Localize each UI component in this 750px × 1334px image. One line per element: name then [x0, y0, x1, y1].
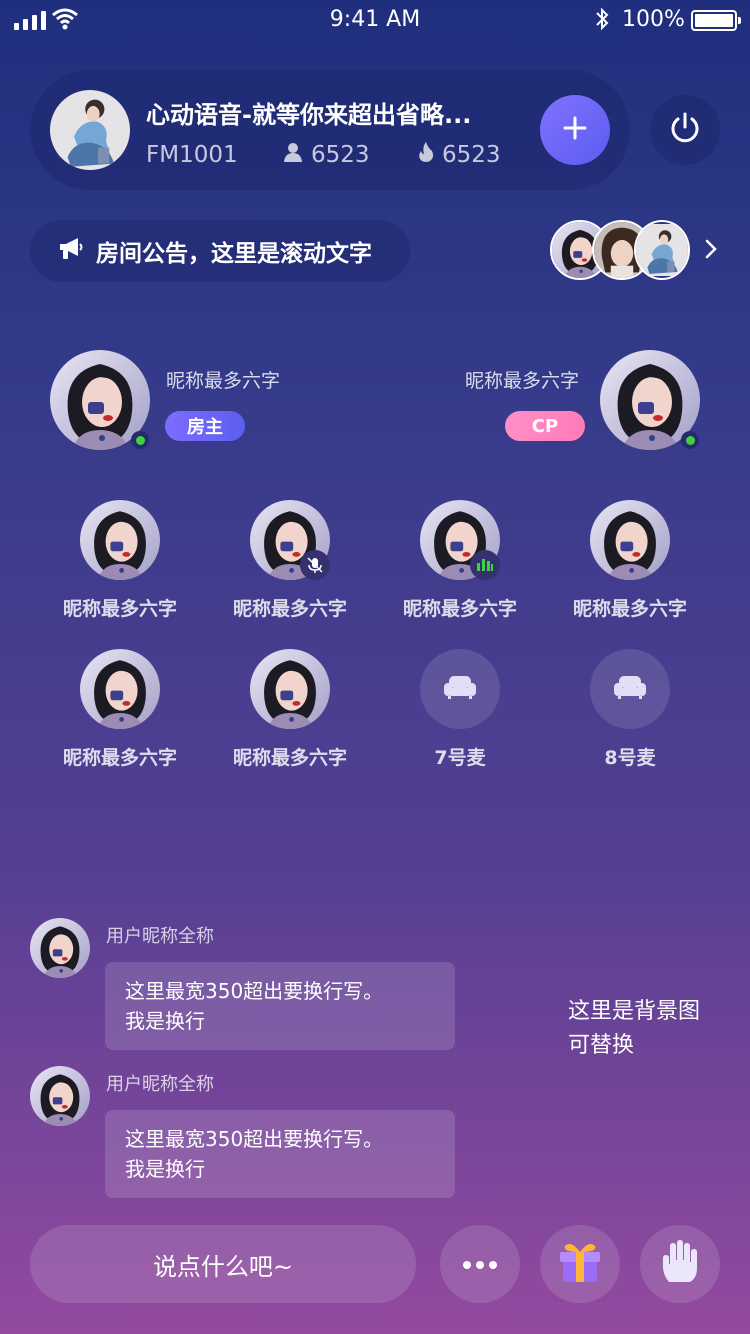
- chat-input[interactable]: 说点什么吧~: [30, 1225, 416, 1303]
- user-icon: [283, 142, 303, 168]
- mic-avatar: [250, 649, 330, 729]
- chat-text: 我是换行: [125, 1157, 205, 1181]
- mic-label: 昵称最多六字: [402, 598, 517, 620]
- chat-text: 这里最宽350超出要换行写。: [125, 979, 384, 1003]
- host-badge: 房主: [165, 411, 245, 441]
- background-note: 这里是背景图 可替换: [568, 995, 700, 1063]
- heat-count: 6523: [442, 142, 501, 168]
- cp-name: 昵称最多六字: [465, 370, 580, 392]
- gift-button[interactable]: [540, 1225, 620, 1303]
- megaphone-icon: [58, 235, 84, 267]
- chat-avatar[interactable]: [30, 1066, 90, 1126]
- speaking-icon: [470, 550, 500, 580]
- battery-icon: [691, 10, 741, 31]
- status-bar: 9:41 AM 100%: [0, 0, 750, 40]
- mic-label: 8号麦: [604, 747, 656, 769]
- chat-bubble: 这里最宽350超出要换行写。 我是换行: [105, 1110, 455, 1198]
- audience-avatars[interactable]: [550, 220, 690, 280]
- sofa-icon: [613, 674, 647, 704]
- mic-seat-3[interactable]: 昵称最多六字: [375, 500, 545, 621]
- chat-username: 用户昵称全称: [106, 926, 214, 947]
- mic-seat-4[interactable]: 昵称最多六字: [545, 500, 715, 621]
- mic-label: 昵称最多六字: [572, 598, 687, 620]
- mic-seat-5[interactable]: 昵称最多六字: [35, 649, 205, 770]
- chat-text: 这里最宽350超出要换行写。: [125, 1127, 384, 1151]
- mic-seat-1[interactable]: 昵称最多六字: [35, 500, 205, 621]
- gift-icon: [557, 1240, 603, 1288]
- chat-input-placeholder: 说点什么吧~: [152, 1252, 294, 1281]
- exit-room-button[interactable]: [650, 95, 720, 165]
- audience-avatar: [634, 220, 690, 280]
- flame-icon: [418, 142, 434, 168]
- sofa-icon: [443, 674, 477, 704]
- chevron-right-icon[interactable]: [704, 238, 718, 264]
- announcement-text: 房间公告，这里是滚动文字: [96, 241, 372, 267]
- add-button[interactable]: [540, 95, 610, 165]
- mic-seat-8[interactable]: 8号麦: [545, 649, 715, 770]
- bluetooth-icon: [594, 7, 610, 37]
- empty-seat: [590, 649, 670, 729]
- cp-badge: CP: [505, 411, 585, 441]
- empty-seat: [420, 649, 500, 729]
- mic-label: 7号麦: [434, 747, 486, 769]
- room-members: 6523: [283, 142, 370, 168]
- room-announcement[interactable]: 房间公告，这里是滚动文字: [30, 220, 410, 282]
- mic-seat-7[interactable]: 7号麦: [375, 649, 545, 770]
- room-avatar[interactable]: [50, 90, 130, 170]
- mic-avatar: [590, 500, 670, 580]
- online-indicator: [131, 431, 149, 449]
- room-id-text: FM1001: [146, 142, 238, 168]
- mic-label: 昵称最多六字: [62, 598, 177, 620]
- chat-username: 用户昵称全称: [106, 1074, 214, 1095]
- power-icon: [668, 111, 702, 149]
- host-name: 昵称最多六字: [166, 370, 281, 392]
- room-title: 心动语音-就等你来超出省略...: [146, 101, 472, 129]
- raise-hand-icon: [660, 1240, 700, 1288]
- background-note-line: 可替换: [568, 1033, 635, 1058]
- online-indicator: [681, 431, 699, 449]
- more-button[interactable]: [440, 1225, 520, 1303]
- mic-avatar: [80, 649, 160, 729]
- mic-label: 昵称最多六字: [62, 747, 177, 769]
- more-icon: [462, 1255, 498, 1274]
- background-note-line: 这里是背景图: [568, 999, 701, 1024]
- room-id: FM1001: [146, 142, 238, 168]
- raise-hand-button[interactable]: [640, 1225, 720, 1303]
- chat-avatar[interactable]: [30, 918, 90, 978]
- chat-text: 我是换行: [125, 1009, 205, 1033]
- mic-seat-2[interactable]: 昵称最多六字: [205, 500, 375, 621]
- members-count: 6523: [311, 142, 370, 168]
- mic-avatar: [80, 500, 160, 580]
- plus-icon: [563, 116, 587, 144]
- mic-label: 昵称最多六字: [232, 598, 347, 620]
- chat-bubble: 这里最宽350超出要换行写。 我是换行: [105, 962, 455, 1050]
- room-heat: 6523: [418, 142, 501, 168]
- battery-percent: 100%: [622, 7, 685, 32]
- mic-muted-icon: [300, 550, 330, 580]
- mic-label: 昵称最多六字: [232, 747, 347, 769]
- mic-seat-6[interactable]: 昵称最多六字: [205, 649, 375, 770]
